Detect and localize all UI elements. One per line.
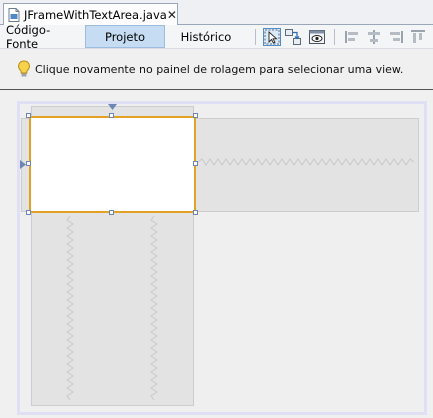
hint-message: Clique novamente no painel de rolagem pa… [35, 63, 404, 76]
align-right-icon[interactable] [387, 28, 405, 46]
close-icon[interactable]: ✕ [167, 8, 177, 22]
vertical-gap-spring-left [66, 215, 74, 401]
resize-handle-e[interactable] [193, 161, 198, 166]
resize-handle-nw[interactable] [26, 113, 31, 118]
resize-handle-w[interactable] [26, 161, 31, 166]
source-view-button[interactable]: Código-Fonte [6, 23, 82, 51]
top-anchor-icon [108, 104, 117, 110]
horizontal-gap-spring [197, 158, 415, 166]
lightbulb-icon [17, 60, 31, 78]
resize-handle-se[interactable] [193, 210, 198, 215]
toolbar-separator [255, 29, 256, 45]
resize-handle-n[interactable] [109, 113, 114, 118]
resize-handle-ne[interactable] [193, 113, 198, 118]
toolbar-separator [334, 29, 335, 45]
java-file-icon [8, 7, 20, 22]
resize-handle-sw[interactable] [26, 210, 31, 215]
preview-design-icon[interactable] [308, 28, 326, 46]
connection-mode-icon[interactable] [284, 28, 302, 46]
selected-text-area[interactable] [29, 116, 196, 213]
resize-handle-s[interactable] [109, 210, 114, 215]
file-tab-label: JFrameWithTextArea.java [24, 7, 167, 22]
info-bar: Clique novamente no painel de rolagem pa… [0, 50, 433, 90]
align-center-icon[interactable] [365, 28, 383, 46]
align-top-icon[interactable] [409, 28, 427, 46]
selection-mode-icon[interactable] [263, 28, 281, 46]
design-view-button[interactable]: Projeto [85, 25, 165, 48]
vertical-gap-spring-right [150, 215, 158, 401]
view-toolbar: Código-Fonte Projeto Histórico [0, 23, 433, 51]
history-view-button[interactable]: Histórico [170, 25, 242, 48]
align-left-icon[interactable] [343, 28, 361, 46]
